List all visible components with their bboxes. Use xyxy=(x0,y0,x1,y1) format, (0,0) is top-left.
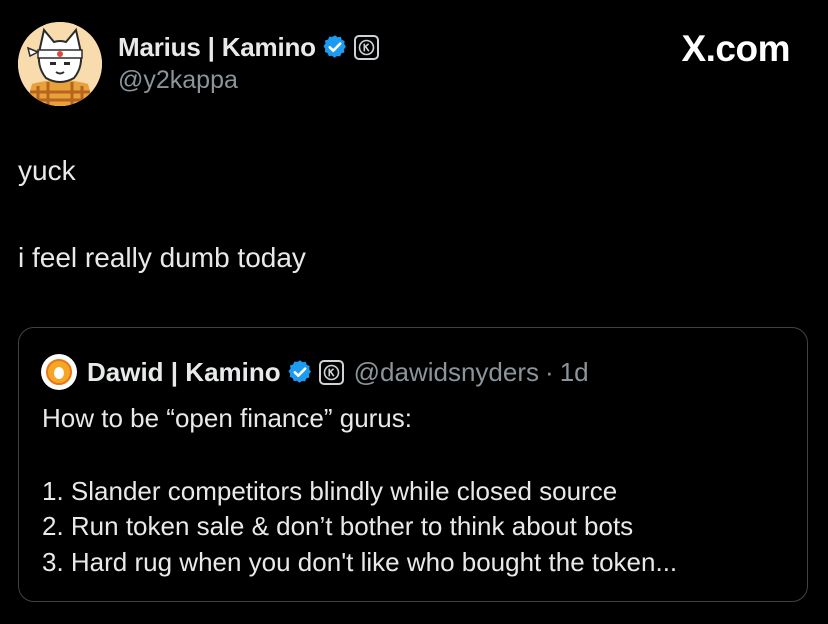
author-display-name[interactable]: Marius | Kamino xyxy=(118,32,316,63)
tweet-text-line: i feel really dumb today xyxy=(18,242,306,273)
author-handle[interactable]: @y2kappa xyxy=(118,66,238,95)
tweet-text-line: yuck xyxy=(18,155,76,186)
quoted-author-name[interactable]: Dawid | Kamino xyxy=(87,357,281,388)
verified-badge-icon xyxy=(323,35,346,58)
fox-avatar-icon xyxy=(18,22,102,106)
author-name-row: Marius | Kamino xyxy=(118,30,379,64)
affiliate-badge-icon[interactable] xyxy=(353,34,379,60)
quoted-tweet-text-line: 1. Slander competitors blindly while clo… xyxy=(42,476,618,506)
verified-badge-icon xyxy=(288,360,311,383)
quoted-author-handle[interactable]: @dawidsnyders xyxy=(354,357,539,388)
kamino-logo-icon xyxy=(358,39,375,55)
orange-ring-logo-icon xyxy=(46,359,72,385)
quoted-tweet-text-line: How to be “open finance” gurus: xyxy=(42,403,412,433)
quoted-tweet-timestamp[interactable]: 1d xyxy=(560,357,589,388)
quoted-tweet-header: Dawid | Kamino @dawidsnyders · 1d xyxy=(41,354,589,390)
quoted-author-avatar[interactable] xyxy=(41,354,77,390)
kamino-logo-icon xyxy=(323,364,339,380)
x-brand-label: X.com xyxy=(681,28,790,69)
quoted-tweet-text-line: 2. Run token sale & don’t bother to thin… xyxy=(42,511,634,541)
author-avatar[interactable] xyxy=(18,22,102,106)
quoted-tweet-text-line: 3. Hard rug when you don't like who boug… xyxy=(42,547,678,577)
separator-dot: · xyxy=(545,356,554,387)
quoted-tweet-card[interactable]: Dawid | Kamino @dawidsnyders · 1d How to… xyxy=(18,327,808,602)
affiliate-badge-icon[interactable] xyxy=(318,359,344,385)
